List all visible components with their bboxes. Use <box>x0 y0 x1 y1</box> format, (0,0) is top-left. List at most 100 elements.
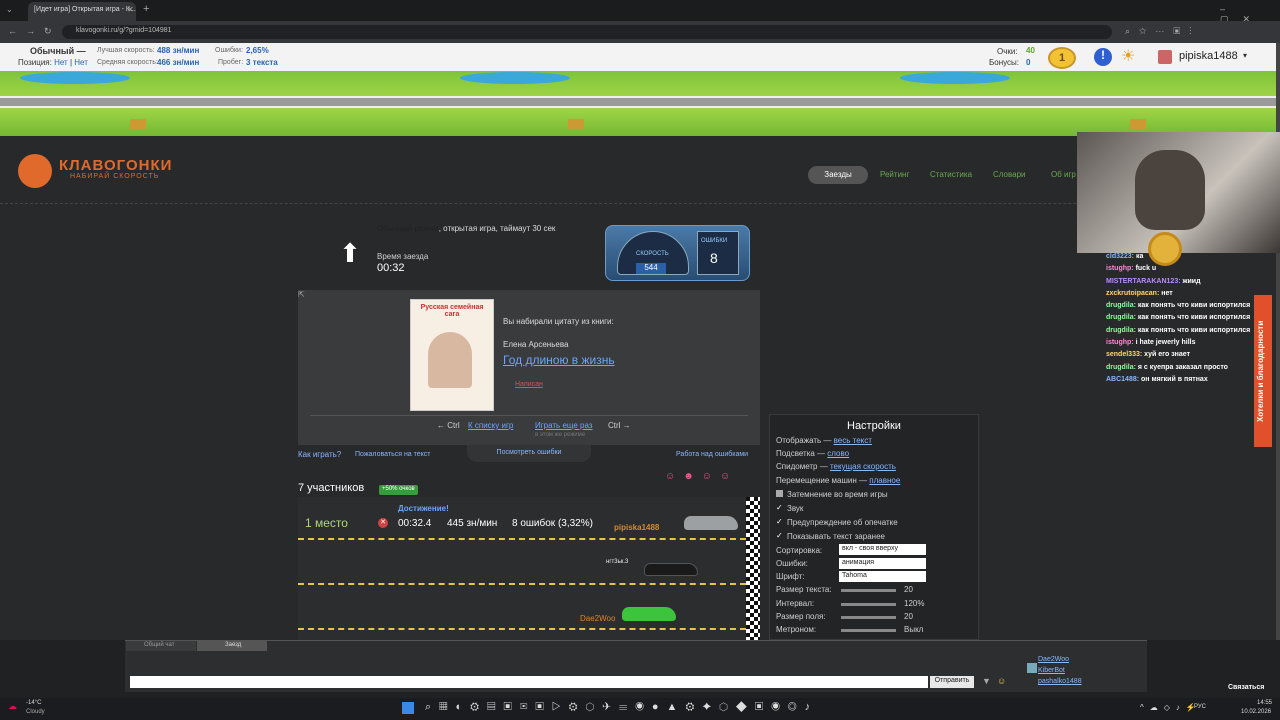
race-time: 00:32.4 <box>398 518 432 529</box>
send-button[interactable]: Отправить <box>930 676 974 688</box>
warn-label: Предупреждение об опечатке <box>787 518 898 527</box>
weather-icon: ☁ <box>8 701 17 711</box>
setting-move-link[interactable]: плавное <box>869 476 900 485</box>
error-work-link[interactable]: Работа над ошибками <box>676 451 748 458</box>
banner-road <box>0 96 1276 108</box>
weather-temp: -14°C <box>26 700 42 706</box>
warn-checkbox[interactable]: ✓ <box>776 517 783 526</box>
smile-icon[interactable]: ☺ <box>997 676 1006 686</box>
racer-name[interactable]: Dae2Woo <box>580 614 615 623</box>
nav-stats[interactable]: Статистика <box>930 170 972 179</box>
new-tab-icon[interactable]: + <box>143 3 149 15</box>
setting-highlight: Подсветка — слово <box>776 449 850 458</box>
stream-chat: cld3223: ка istughp: fuck u MISTERTARAKA… <box>1106 251 1256 386</box>
errors-select[interactable]: анимация <box>839 558 926 569</box>
metronome-slider[interactable] <box>841 629 896 632</box>
logo-title[interactable]: КЛАВОГОНКИ <box>59 157 172 174</box>
feedback-tab[interactable]: Хотелки и благодарности <box>1254 295 1272 447</box>
user-avatar-icon <box>1027 663 1037 673</box>
player-name[interactable]: pipiska1488 <box>614 523 659 532</box>
book-title-link[interactable]: Год длиною в жизнь <box>503 353 615 367</box>
chat-message: drugdila: как понять что киви испортился <box>1106 314 1251 322</box>
chat-message: drugdila: я с куепра заказал просто <box>1106 363 1228 371</box>
avg-speed-label: Средняя скорость: <box>97 59 158 66</box>
tab-search-icon[interactable]: ⌄ <box>6 5 13 14</box>
see-errors-button[interactable]: Посмотреть ошибки <box>467 445 591 462</box>
chat-user: pashalko1488 <box>1038 678 1082 685</box>
chat-message: sendel333: хуй его знает <box>1106 351 1191 359</box>
chat-message: istughp: i hate jewerly hills <box>1106 339 1196 347</box>
points-value: 40 <box>1026 46 1035 55</box>
sun-icon[interactable]: ☀ <box>1121 46 1135 66</box>
language-indicator[interactable]: РУС <box>1194 704 1206 710</box>
how-to-play-link[interactable]: Как играть? <box>298 450 341 459</box>
interval-slider[interactable] <box>841 603 896 606</box>
book-cover-title: Русская семейная сага <box>420 304 484 318</box>
setting-show-link[interactable]: весь текст <box>834 436 872 445</box>
font-select[interactable]: Tahoma <box>839 571 926 582</box>
alert-icon[interactable]: ! <box>1094 48 1112 66</box>
book-tag[interactable]: Написан <box>515 381 543 388</box>
close-tab-icon[interactable]: ✕ <box>127 5 134 14</box>
achievement-label[interactable]: Достижение! <box>398 504 449 513</box>
chat-message: drugdila: как понять что киви испортился <box>1106 326 1251 334</box>
close-icon[interactable]: ✕ <box>378 518 388 528</box>
nav-about[interactable]: Об игр <box>1051 170 1076 179</box>
contact-link[interactable]: Связаться <box>1228 684 1264 691</box>
prev-shortcut: ← Ctrl <box>437 421 460 430</box>
bonus-value: 0 <box>1026 58 1031 67</box>
setting-speedometer: Спидометр — текущая скорость <box>776 462 896 471</box>
level-badge[interactable]: 1 <box>1048 47 1076 69</box>
dark-label: Затемнение во время игры <box>787 490 888 499</box>
position-label: Позиция: Нет | Нет <box>18 58 88 67</box>
chevron-down-icon[interactable]: ▾ <box>1243 51 1247 60</box>
browser-tab[interactable]: [Идет игра] Открытая игра - К... <box>28 2 136 21</box>
banner-pond <box>20 72 130 84</box>
username-label[interactable]: pipiska1488 <box>1179 50 1238 62</box>
complain-link[interactable]: Пожаловаться на текст <box>355 451 431 458</box>
arrow-up-icon: ⬆ <box>339 238 361 268</box>
url-input[interactable]: klavogonki.ru/g/?gmid=104981 <box>62 25 1112 39</box>
mode-label: Обычный — <box>30 46 86 56</box>
clock-time[interactable]: 14:55 <box>1257 700 1272 706</box>
taskbar-app-icons[interactable]: ⌕▦◐⚙▤▣✉▣▷⚙⬡✈☰◉●▲⚙✦⬡◆▣◉◎♪ <box>425 701 818 714</box>
chat-message: drugdila: как понять что киви испортился <box>1106 302 1251 310</box>
setting-speedometer-link[interactable]: текущая скорость <box>830 462 896 471</box>
sort-select[interactable]: вкл - своя вверху <box>839 544 926 555</box>
logo-icon[interactable] <box>18 154 52 188</box>
games-list-link[interactable]: К списку игр <box>468 421 513 430</box>
settings-title: Настройки <box>847 420 901 432</box>
metronome-label: Метроном: <box>776 625 817 634</box>
play-again-link[interactable]: Играть еще раз <box>535 421 593 430</box>
chat-tab-general[interactable]: Общий чат <box>126 641 196 651</box>
filter-icon[interactable]: ▼ <box>982 676 991 686</box>
logo-subtitle: НАБИРАЙ СКОРОСТЬ <box>70 173 160 180</box>
nav-dicts[interactable]: Словари <box>993 170 1026 179</box>
browser-toolbar-icons[interactable]: ⌕☆⋯▣⋮ <box>1125 26 1200 37</box>
text-size-slider[interactable] <box>841 589 896 592</box>
setting-highlight-link[interactable]: слово <box>827 449 849 458</box>
interval-value: 120% <box>904 599 925 608</box>
nav-arrows-icon[interactable]: ←→↻ <box>8 26 61 37</box>
clock-date[interactable]: 10.02.2026 <box>1241 709 1271 715</box>
time-value: 00:32 <box>377 262 405 274</box>
racer-name[interactable]: нгт3ьк.3 <box>606 559 628 565</box>
preview-checkbox[interactable]: ✓ <box>776 531 783 540</box>
expand-icon[interactable]: ⇱ <box>298 290 305 299</box>
avatar[interactable] <box>1158 50 1172 64</box>
errors-label-panel: ОШИБКИ <box>701 238 728 244</box>
tray-icons[interactable]: ^☁◇♪⚡ <box>1140 703 1202 712</box>
windows-start-icon[interactable] <box>402 702 414 714</box>
dark-checkbox[interactable] <box>776 490 783 497</box>
errors-setting-label: Ошибки: <box>776 559 808 568</box>
chat-users-list[interactable]: Dae2Woo KiberBot pashalko1488 <box>1038 654 1082 687</box>
sound-checkbox[interactable]: ✓ <box>776 503 783 512</box>
nav-rating[interactable]: Рейтинг <box>880 170 909 179</box>
banner-crate <box>130 119 146 129</box>
chat-tab-race[interactable]: Заезд <box>197 641 267 651</box>
chat-message: cld3223: ка <box>1106 253 1144 260</box>
chat-input[interactable] <box>130 676 928 688</box>
field-size-slider[interactable] <box>841 616 896 619</box>
speed-label: СКОРОСТЬ <box>636 251 669 257</box>
nav-races[interactable]: Заезды <box>808 166 868 184</box>
